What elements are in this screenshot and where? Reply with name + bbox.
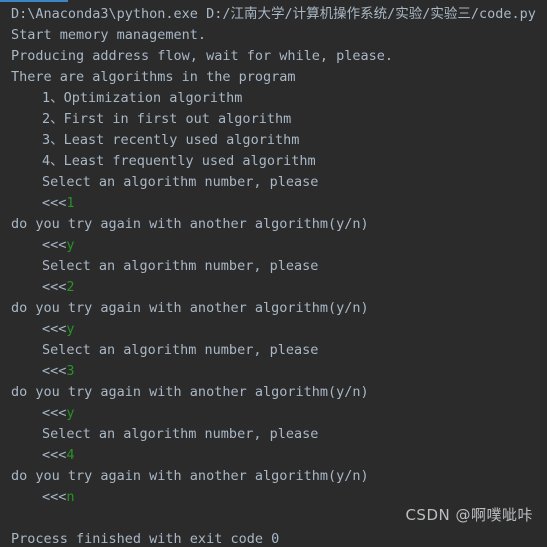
- console-output-line: D:\Anaconda3\python.exe D:/江南大学/计算机操作系统/…: [0, 4, 547, 25]
- output-text: There are algorithms in the program: [11, 69, 296, 85]
- output-text: Start memory management.: [11, 27, 207, 43]
- console-output-line: do you try again with another algorithm(…: [0, 382, 547, 403]
- console-output-line: 4、Least frequently used algorithm: [0, 151, 547, 172]
- console-output-line: Process finished with exit code 0: [0, 529, 547, 547]
- console-output-line: Start memory management.: [0, 25, 547, 46]
- console-output-line: Select an algorithm number, please: [0, 172, 547, 193]
- scroll-position-marker: [0, 0, 68, 2]
- console-input-line: <<<1: [0, 193, 547, 214]
- console-output-line: Select an algorithm number, please: [0, 424, 547, 445]
- input-prompt-symbol: <<<: [42, 489, 67, 505]
- output-text: Select an algorithm number, please: [42, 174, 319, 190]
- output-text: 4、Least frequently used algorithm: [42, 153, 316, 169]
- user-input-value: y: [66, 237, 75, 253]
- output-text: Select an algorithm number, please: [42, 342, 319, 358]
- console-output-line: do you try again with another algorithm(…: [0, 298, 547, 319]
- output-text: 2、First in first out algorithm: [42, 111, 292, 127]
- output-text: Producing address flow, wait for while, …: [11, 48, 394, 64]
- output-text: do you try again with another algorithm(…: [11, 384, 369, 400]
- console-output-line: do you try again with another algorithm(…: [0, 214, 547, 235]
- console-input-line: <<<y: [0, 319, 547, 340]
- input-prompt-symbol: <<<: [42, 195, 67, 211]
- input-prompt-symbol: <<<: [42, 447, 67, 463]
- console-output-line: Select an algorithm number, please: [0, 256, 547, 277]
- input-prompt-symbol: <<<: [42, 363, 67, 379]
- console-input-line: <<<2: [0, 277, 547, 298]
- input-prompt-symbol: <<<: [42, 237, 67, 253]
- user-input-value: n: [66, 489, 75, 505]
- input-prompt-symbol: <<<: [42, 405, 67, 421]
- console-input-line: <<<3: [0, 361, 547, 382]
- console-output-panel[interactable]: D:\Anaconda3\python.exe D:/江南大学/计算机操作系统/…: [0, 0, 547, 547]
- console-output-line: 1、Optimization algorithm: [0, 88, 547, 109]
- console-output-line: 2、First in first out algorithm: [0, 109, 547, 130]
- console-input-line: <<<4: [0, 445, 547, 466]
- console-line-list: D:\Anaconda3\python.exe D:/江南大学/计算机操作系统/…: [0, 4, 547, 547]
- output-text: do you try again with another algorithm(…: [11, 300, 369, 316]
- console-input-line: <<<y: [0, 235, 547, 256]
- input-prompt-symbol: <<<: [42, 321, 67, 337]
- console-output-line: 3、Least recently used algorithm: [0, 130, 547, 151]
- output-text: do you try again with another algorithm(…: [11, 216, 369, 232]
- output-text: Select an algorithm number, please: [42, 426, 319, 442]
- console-output-line: Producing address flow, wait for while, …: [0, 46, 547, 67]
- output-text: 1、Optimization algorithm: [42, 90, 243, 106]
- user-input-value: 2: [66, 279, 75, 295]
- input-prompt-symbol: <<<: [42, 279, 67, 295]
- output-text: Select an algorithm number, please: [42, 258, 319, 274]
- user-input-value: 1: [66, 195, 75, 211]
- user-input-value: y: [66, 405, 75, 421]
- console-input-line: <<<y: [0, 403, 547, 424]
- output-text: D:\Anaconda3\python.exe D:/江南大学/计算机操作系统/…: [11, 6, 536, 22]
- csdn-watermark: CSDN @啊噗呲咔: [405, 506, 533, 524]
- user-input-value: y: [66, 321, 75, 337]
- output-text: do you try again with another algorithm(…: [11, 468, 369, 484]
- user-input-value: 3: [66, 363, 75, 379]
- output-text: 3、Least recently used algorithm: [42, 132, 300, 148]
- output-text: Process finished with exit code 0: [11, 531, 280, 547]
- console-output-line: There are algorithms in the program: [0, 67, 547, 88]
- user-input-value: 4: [66, 447, 75, 463]
- console-output-line: do you try again with another algorithm(…: [0, 466, 547, 487]
- console-output-line: Select an algorithm number, please: [0, 340, 547, 361]
